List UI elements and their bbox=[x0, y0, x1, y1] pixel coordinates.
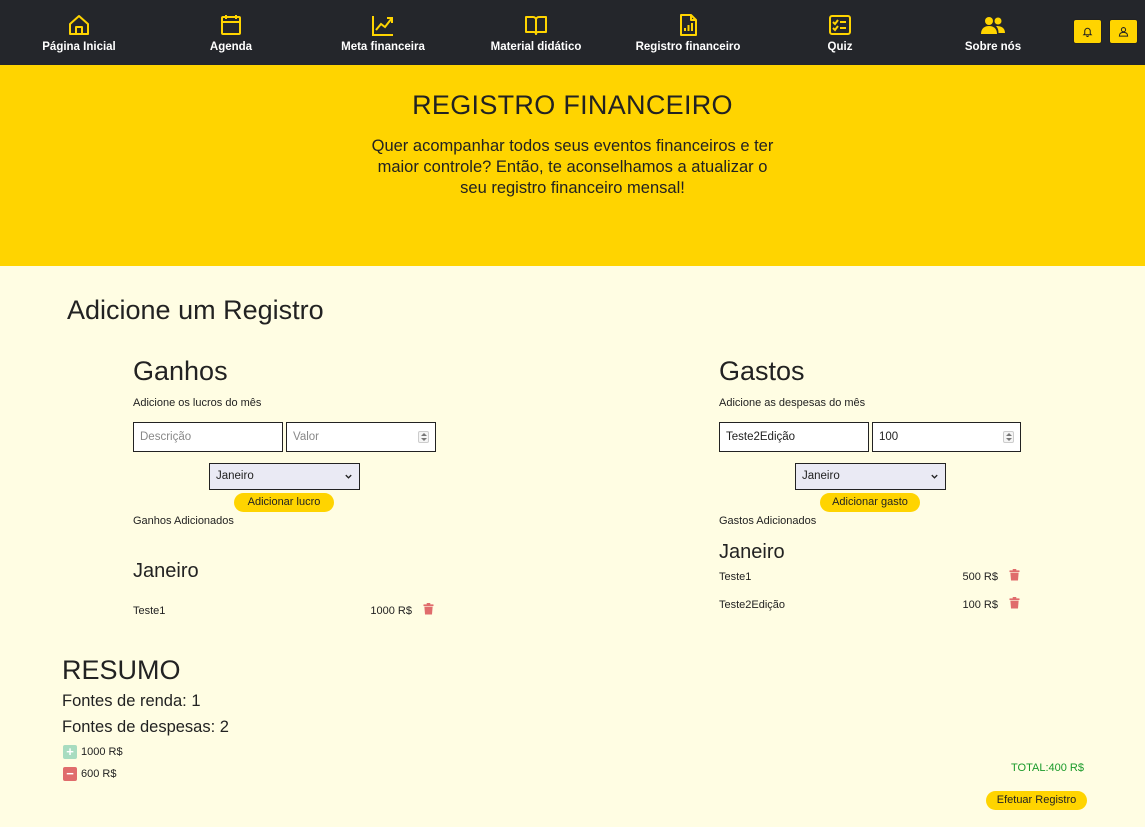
chevron-down-icon bbox=[931, 474, 938, 479]
gastos-row-description: Teste1 bbox=[719, 571, 752, 583]
ganhos-row-value: 1000 R$ bbox=[370, 605, 412, 617]
bell-icon bbox=[1082, 27, 1093, 37]
people-icon bbox=[981, 13, 1005, 37]
ganhos-list-label: Ganhos Adicionados bbox=[133, 515, 234, 527]
gastos-description-input[interactable]: Teste2Edição bbox=[719, 422, 869, 452]
ganhos-value-placeholder: Valor bbox=[293, 431, 319, 443]
nav-item-registro-financeiro[interactable]: Registro financeiro bbox=[613, 0, 763, 65]
page-title: REGISTRO FINANCEIRO bbox=[412, 90, 733, 120]
user-icon bbox=[1118, 27, 1129, 37]
nav-label: Registro financeiro bbox=[635, 41, 741, 53]
ganhos-month-select[interactable]: Janeiro bbox=[209, 463, 360, 490]
gastos-value-text: 100 bbox=[879, 431, 899, 443]
ganhos-subtitle: Adicione os lucros do mês bbox=[133, 397, 262, 409]
report-icon bbox=[676, 13, 700, 37]
gastos-row-value: 500 R$ bbox=[962, 571, 998, 583]
efetuar-registro-button[interactable]: Efetuar Registro bbox=[986, 791, 1087, 810]
gastos-row-description: Teste2Edição bbox=[719, 599, 786, 611]
add-lucro-button[interactable]: Adicionar lucro bbox=[234, 493, 334, 512]
book-icon bbox=[524, 13, 548, 37]
gastos-title: Gastos bbox=[719, 356, 805, 386]
gastos-month-selected: Janeiro bbox=[802, 470, 840, 482]
chart-line-icon bbox=[371, 13, 395, 37]
nav-item-meta-financeira[interactable]: Meta financeira bbox=[308, 0, 458, 65]
section-heading: Adicione um Registro bbox=[67, 295, 324, 325]
resumo-total: TOTAL:400 R$ bbox=[1011, 762, 1084, 774]
hero-banner: REGISTRO FINANCEIRO Quer acompanhar todo… bbox=[0, 65, 1145, 266]
gastos-value-input[interactable]: 100 bbox=[872, 422, 1021, 452]
nav-label: Meta financeira bbox=[341, 41, 425, 53]
minus-icon: − bbox=[63, 767, 77, 781]
gastos-month-heading: Janeiro bbox=[719, 541, 785, 563]
trash-icon[interactable] bbox=[423, 603, 434, 615]
nav-label: Quiz bbox=[827, 41, 853, 53]
hero-subtitle: Quer acompanhar todos seus eventos finan… bbox=[371, 137, 774, 197]
gastos-list-label: Gastos Adicionados bbox=[719, 515, 817, 527]
ganhos-description-input[interactable]: Descrição bbox=[133, 422, 283, 452]
gastos-row-value: 100 R$ bbox=[962, 599, 998, 611]
nav-item-pagina-inicial[interactable]: Página Inicial bbox=[4, 0, 154, 65]
plus-icon: + bbox=[63, 745, 77, 759]
number-spinner-icon[interactable] bbox=[1003, 431, 1014, 443]
nav-item-material-didatico[interactable]: Material didático bbox=[461, 0, 611, 65]
checklist-icon bbox=[828, 13, 852, 37]
nav-item-quiz[interactable]: Quiz bbox=[765, 0, 915, 65]
chevron-down-icon bbox=[345, 474, 352, 479]
nav-item-sobre-nos[interactable]: Sobre nós bbox=[918, 0, 1068, 65]
ganhos-value-input[interactable]: Valor bbox=[286, 422, 436, 452]
ganhos-month-heading: Janeiro bbox=[133, 560, 199, 582]
top-navbar: Página Inicial Agenda Meta financeira Ma… bbox=[0, 0, 1145, 65]
resumo-despesas: Fontes de despesas: 2 bbox=[62, 718, 229, 736]
nav-label: Sobre nós bbox=[964, 41, 1022, 53]
nav-label: Material didático bbox=[490, 41, 582, 53]
gastos-subtitle: Adicione as despesas do mês bbox=[719, 397, 866, 409]
nav-item-agenda[interactable]: Agenda bbox=[156, 0, 306, 65]
nav-label: Página Inicial bbox=[42, 41, 116, 53]
resumo-title: RESUMO bbox=[62, 655, 181, 685]
trash-icon[interactable] bbox=[1009, 597, 1020, 609]
gastos-month-select[interactable]: Janeiro bbox=[795, 463, 946, 490]
ganhos-row-description: Teste1 bbox=[133, 605, 166, 617]
notifications-button[interactable] bbox=[1073, 19, 1102, 44]
nav-label: Agenda bbox=[209, 41, 253, 53]
calendar-icon bbox=[219, 13, 243, 37]
ganhos-title: Ganhos bbox=[133, 356, 228, 386]
resumo-income-total: 1000 R$ bbox=[81, 746, 123, 758]
number-spinner-icon[interactable] bbox=[418, 431, 429, 443]
ganhos-month-selected: Janeiro bbox=[216, 470, 254, 482]
resumo-renda: Fontes de renda: 1 bbox=[62, 692, 201, 710]
resumo-expense-total: 600 R$ bbox=[81, 768, 117, 780]
home-icon bbox=[67, 13, 91, 37]
add-gasto-button[interactable]: Adicionar gasto bbox=[820, 493, 920, 512]
trash-icon[interactable] bbox=[1009, 569, 1020, 581]
profile-button[interactable] bbox=[1109, 19, 1138, 44]
